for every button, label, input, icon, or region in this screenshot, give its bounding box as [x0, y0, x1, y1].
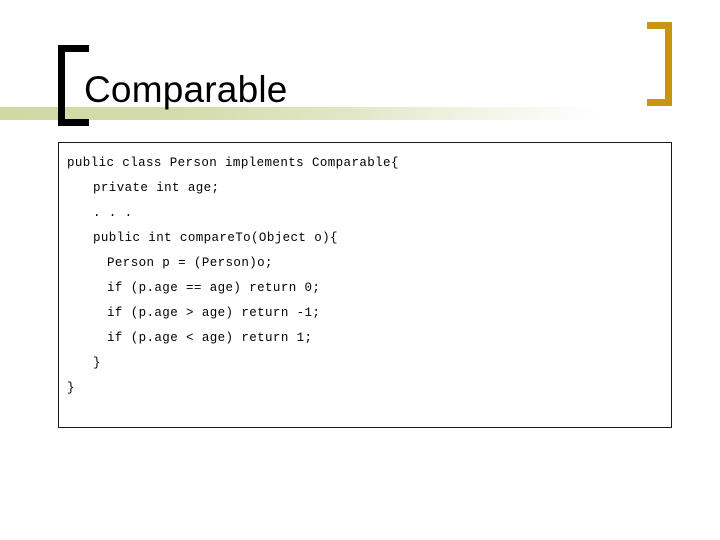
slide-canvas: Comparable public class Person implement…: [0, 0, 720, 540]
code-line: if (p.age < age) return 1;: [107, 331, 313, 345]
code-line-list: public class Person implements Comparabl…: [59, 143, 671, 401]
code-line: private int age;: [93, 181, 220, 195]
left-bracket-stem: [58, 45, 65, 126]
code-line: Person p = (Person)o;: [107, 256, 273, 270]
code-line: if (p.age > age) return -1;: [107, 306, 321, 320]
code-line: public class Person implements Comparabl…: [67, 156, 399, 170]
code-line: if (p.age == age) return 0;: [107, 281, 321, 295]
code-block: public class Person implements Comparabl…: [58, 142, 672, 428]
code-line: }: [67, 381, 75, 395]
left-bracket-bottom-arm: [58, 119, 89, 126]
right-bracket-stem: [665, 22, 672, 106]
right-bracket-decoration: [647, 22, 672, 106]
code-line: public int compareTo(Object o){: [93, 231, 338, 245]
code-line: }: [93, 356, 101, 370]
code-line: . . .: [93, 206, 133, 220]
right-bracket-bottom-arm: [647, 99, 672, 106]
page-title: Comparable: [84, 69, 288, 110]
